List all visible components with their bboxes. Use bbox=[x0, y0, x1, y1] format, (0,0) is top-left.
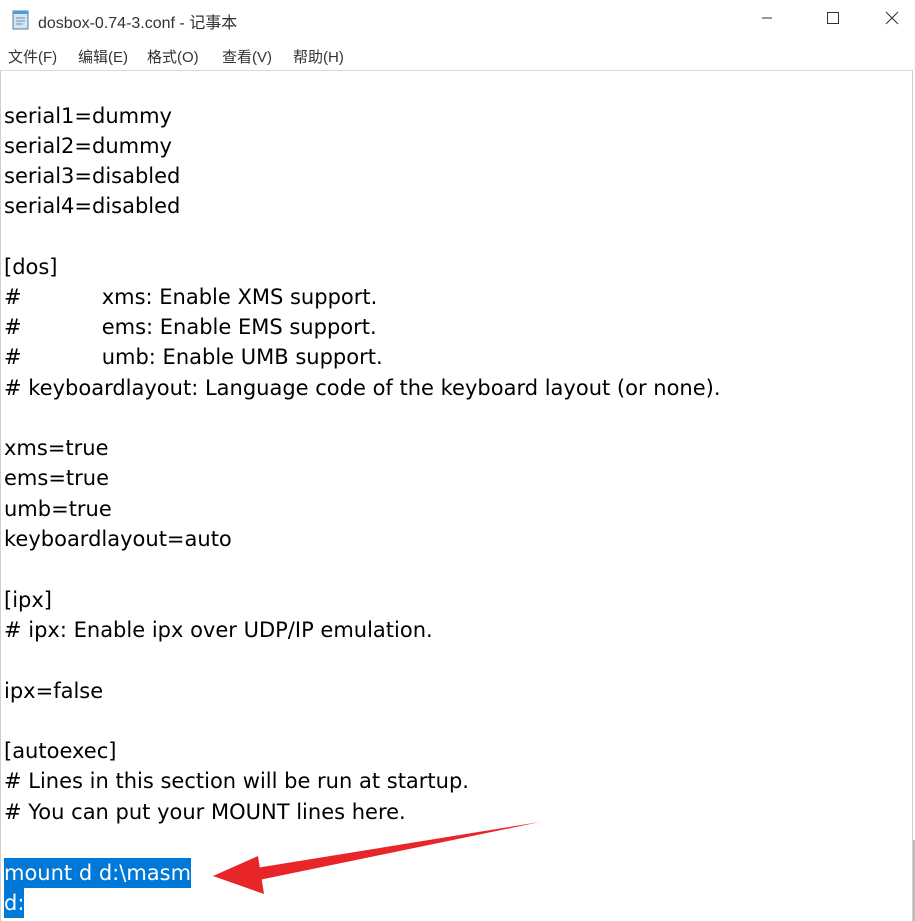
editor-line[interactable]: # keyboardlayout: Language code of the k… bbox=[4, 373, 721, 403]
editor-line[interactable]: # You can put your MOUNT lines here. bbox=[4, 797, 406, 827]
close-button[interactable] bbox=[869, 0, 915, 40]
editor-line[interactable]: ems=true bbox=[4, 463, 109, 493]
menu-file[interactable]: 文件(F) bbox=[8, 46, 57, 67]
editor-line[interactable]: xms=true bbox=[4, 433, 109, 463]
editor-line[interactable]: # Lines in this section will be run at s… bbox=[4, 766, 469, 796]
editor-line[interactable]: # ems: Enable EMS support. bbox=[4, 312, 377, 342]
menu-view[interactable]: 查看(V) bbox=[222, 46, 272, 67]
editor-line[interactable]: serial2=dummy bbox=[4, 131, 172, 161]
editor-line[interactable]: serial1=dummy bbox=[4, 101, 172, 131]
editor-line[interactable]: serial3=disabled bbox=[4, 161, 180, 191]
editor-line[interactable]: # umb: Enable UMB support. bbox=[4, 342, 383, 372]
title-bar[interactable]: dosbox-0.74-3.conf - 记事本 bbox=[0, 0, 915, 40]
editor-line[interactable]: umb=true bbox=[4, 494, 112, 524]
menu-edit[interactable]: 编辑(E) bbox=[78, 46, 128, 67]
menu-format[interactable]: 格式(O) bbox=[147, 46, 199, 67]
notepad-icon bbox=[11, 8, 31, 30]
editor-line-selected[interactable]: d: bbox=[4, 888, 25, 918]
menu-help[interactable]: 帮助(H) bbox=[293, 46, 344, 67]
minimize-icon bbox=[761, 11, 773, 29]
editor-line[interactable]: # xms: Enable XMS support. bbox=[4, 282, 377, 312]
close-icon bbox=[885, 11, 899, 30]
maximize-icon bbox=[827, 11, 839, 29]
editor-line[interactable]: serial4=disabled bbox=[4, 191, 180, 221]
editor-line[interactable]: [autoexec] bbox=[4, 736, 116, 766]
editor-line[interactable]: keyboardlayout=auto bbox=[4, 524, 232, 554]
maximize-button[interactable] bbox=[810, 0, 856, 40]
editor-line-selected[interactable]: mount d d:\masm bbox=[4, 858, 192, 888]
editor-line[interactable]: ipx=false bbox=[4, 676, 103, 706]
editor-line[interactable]: [ipx] bbox=[4, 585, 52, 615]
menu-bar: 文件(F) 编辑(E) 格式(O) 查看(V) 帮助(H) bbox=[0, 40, 915, 70]
minimize-button[interactable] bbox=[744, 0, 790, 40]
editor-line[interactable]: [dos] bbox=[4, 252, 58, 282]
window-title: dosbox-0.74-3.conf - 记事本 bbox=[38, 15, 238, 32]
editor-line[interactable]: # ipx: Enable ipx over UDP/IP emulation. bbox=[4, 615, 433, 645]
